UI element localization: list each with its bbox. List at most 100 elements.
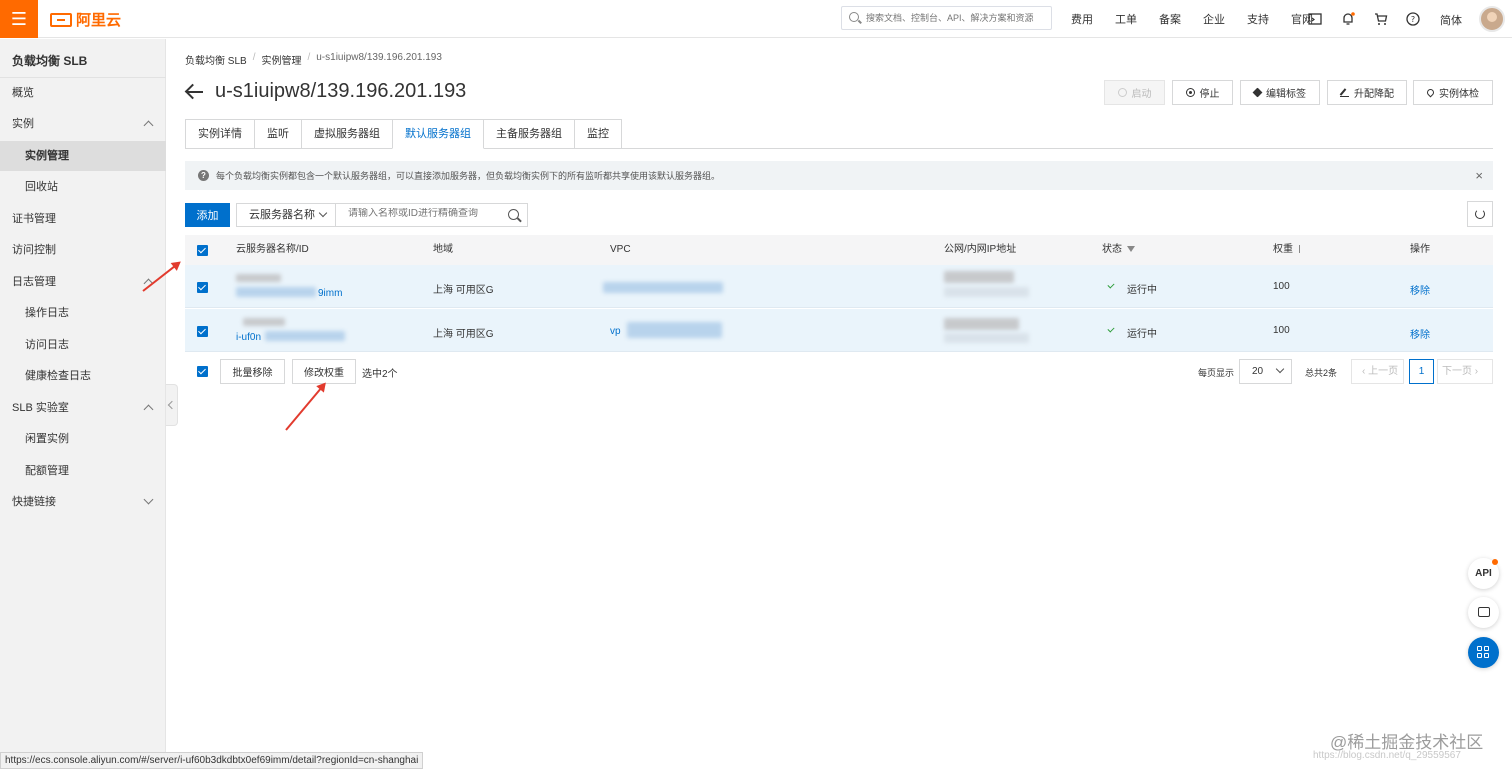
breadcrumb-current: u-s1iuipw8/139.196.201.193 (316, 52, 442, 63)
sidebar-item-recycle-bin[interactable]: 回收站 (0, 172, 166, 202)
per-page-select[interactable]: 20 (1239, 359, 1292, 384)
tab-default-server-group[interactable]: 默认服务器组 (392, 119, 484, 149)
stop-button[interactable]: 停止 (1172, 80, 1233, 105)
prev-page-button[interactable]: ‹ 上一页 (1351, 359, 1404, 384)
status-ok-icon (1107, 325, 1115, 333)
user-avatar[interactable] (1479, 6, 1505, 32)
sidebar-item-instances[interactable]: 实例 (0, 109, 166, 139)
column-header-status[interactable]: 状态 (1102, 235, 1135, 265)
prev-page-label: 上一页 (1368, 366, 1399, 377)
annotation-arrow (285, 383, 326, 431)
sidebar-item-certificates[interactable]: 证书管理 (0, 204, 166, 234)
sidebar-item-overview[interactable]: 概览 (0, 78, 166, 108)
back-arrow-icon[interactable] (185, 82, 205, 102)
top-link-tickets[interactable]: 工单 (1115, 11, 1137, 27)
sort-icon[interactable] (1299, 245, 1305, 254)
filter-icon[interactable] (1127, 246, 1135, 253)
alert-text: 每个负载均衡实例都包含一个默认服务器组，可以直接添加服务器，但负载均衡实例下的所… (216, 171, 721, 181)
filter-select[interactable]: 云服务器名称 (236, 203, 336, 227)
terminal-icon[interactable] (1308, 12, 1322, 26)
status-header-label: 状态 (1102, 244, 1122, 255)
vpc-link[interactable]: vp (610, 326, 621, 337)
api-float-button[interactable]: API (1468, 558, 1499, 589)
batch-remove-button[interactable]: 批量移除 (220, 359, 285, 384)
health-check-label: 实例体检 (1439, 89, 1479, 100)
status-cell: 运行中 (1127, 285, 1157, 296)
filter-select-value: 云服务器名称 (249, 209, 315, 221)
remove-link[interactable]: 移除 (1410, 326, 1430, 341)
sidebar-item-log-management[interactable]: 日志管理 (0, 267, 166, 297)
upgrade-label: 升配降配 (1354, 89, 1394, 100)
sidebar-item-access-log[interactable]: 访问日志 (0, 330, 166, 360)
sidebar-collapse-handle[interactable] (166, 384, 178, 426)
redacted-private-ip (944, 287, 1029, 297)
aliyun-logo[interactable]: 阿里云 (50, 9, 121, 30)
column-header-weight[interactable]: 权重 (1273, 235, 1305, 265)
status-bar-url: https://ecs.console.aliyun.com/#/server/… (0, 752, 424, 769)
top-link-icp[interactable]: 备案 (1159, 11, 1181, 27)
language-switch[interactable]: 简体 (1440, 12, 1462, 28)
top-navigation-bar: ☰ 阿里云 费用 工单 备案 企业 支持 官网 ? 简体 (0, 0, 1512, 38)
page-header: u-s1iuipw8/139.196.201.193 (185, 80, 466, 103)
tab-monitoring[interactable]: 监控 (574, 119, 622, 149)
help-icon[interactable]: ? (1406, 12, 1420, 26)
table-search-input[interactable] (348, 208, 498, 219)
global-search[interactable] (841, 6, 1052, 30)
status-ok-icon (1107, 281, 1115, 289)
sidebar-item-label: 快捷链接 (12, 496, 56, 508)
breadcrumb-slb[interactable]: 负载均衡 SLB (185, 52, 247, 67)
top-link-enterprise[interactable]: 企业 (1203, 11, 1225, 27)
row-checkbox[interactable] (197, 326, 208, 337)
remove-link[interactable]: 移除 (1410, 282, 1430, 297)
cart-icon[interactable] (1374, 12, 1388, 26)
sidebar-item-idle-instances[interactable]: 闲置实例 (0, 424, 166, 454)
upgrade-button[interactable]: 升配降配 (1327, 80, 1407, 105)
sidebar-item-instance-management[interactable]: 实例管理 (0, 141, 166, 171)
tab-instance-details[interactable]: 实例详情 (185, 119, 255, 149)
next-page-button[interactable]: 下一页 › (1437, 359, 1493, 384)
footer-select-all-checkbox[interactable] (197, 366, 208, 377)
instance-id-link[interactable]: 9imm (318, 288, 342, 299)
sidebar-item-access-control[interactable]: 访问控制 (0, 235, 166, 265)
apps-float-button[interactable] (1468, 637, 1499, 668)
tab-primary-secondary-group[interactable]: 主备服务器组 (483, 119, 575, 149)
table-header: 云服务器名称/ID 地域 VPC 公网/内网IP地址 状态 权重 操作 (185, 235, 1493, 265)
top-link-support[interactable]: 支持 (1247, 11, 1269, 27)
tab-listeners[interactable]: 监听 (254, 119, 302, 149)
sidebar-item-health-check-log[interactable]: 健康检查日志 (0, 361, 166, 391)
tab-vserver-groups[interactable]: 虚拟服务器组 (301, 119, 393, 149)
page-number-1[interactable]: 1 (1409, 359, 1434, 384)
start-label: 启动 (1131, 89, 1152, 100)
sidebar-item-quota-management[interactable]: 配额管理 (0, 456, 166, 486)
bell-icon[interactable] (1341, 12, 1355, 26)
sidebar-item-operation-log[interactable]: 操作日志 (0, 298, 166, 328)
hamburger-menu-icon[interactable]: ☰ (0, 0, 38, 38)
global-search-input[interactable] (866, 10, 1046, 26)
breadcrumb-instance-management[interactable]: 实例管理 (261, 52, 301, 67)
table-search[interactable] (335, 203, 528, 227)
edit-tags-button[interactable]: 编辑标签 (1240, 80, 1320, 105)
select-all-checkbox[interactable] (197, 245, 208, 256)
chat-float-button[interactable] (1468, 597, 1499, 628)
column-header-ip: 公网/内网IP地址 (944, 244, 1017, 255)
top-link-billing[interactable]: 费用 (1071, 11, 1093, 27)
instance-id-link[interactable]: i-uf0n (236, 332, 261, 343)
weight-cell: 100 (1273, 325, 1290, 336)
close-icon[interactable]: × (1475, 168, 1483, 183)
status-cell: 运行中 (1127, 329, 1157, 340)
selected-count: 选中2个 (362, 369, 398, 380)
sidebar-item-quick-links[interactable]: 快捷链接 (0, 487, 166, 517)
search-icon[interactable] (508, 209, 519, 220)
breadcrumb-separator: / (307, 52, 311, 63)
redacted-public-ip (944, 318, 1019, 330)
health-check-button[interactable]: 实例体检 (1413, 80, 1493, 105)
start-button[interactable]: 启动 (1104, 80, 1165, 105)
apps-grid-icon (1477, 646, 1490, 659)
weight-header-label: 权重 (1273, 244, 1293, 255)
sidebar-item-slb-lab[interactable]: SLB 实验室 (0, 393, 166, 423)
add-button[interactable]: 添加 (185, 203, 230, 227)
refresh-button[interactable] (1467, 201, 1493, 227)
redacted-public-ip (944, 271, 1014, 283)
weight-cell: 100 (1273, 281, 1290, 292)
row-checkbox[interactable] (197, 282, 208, 293)
